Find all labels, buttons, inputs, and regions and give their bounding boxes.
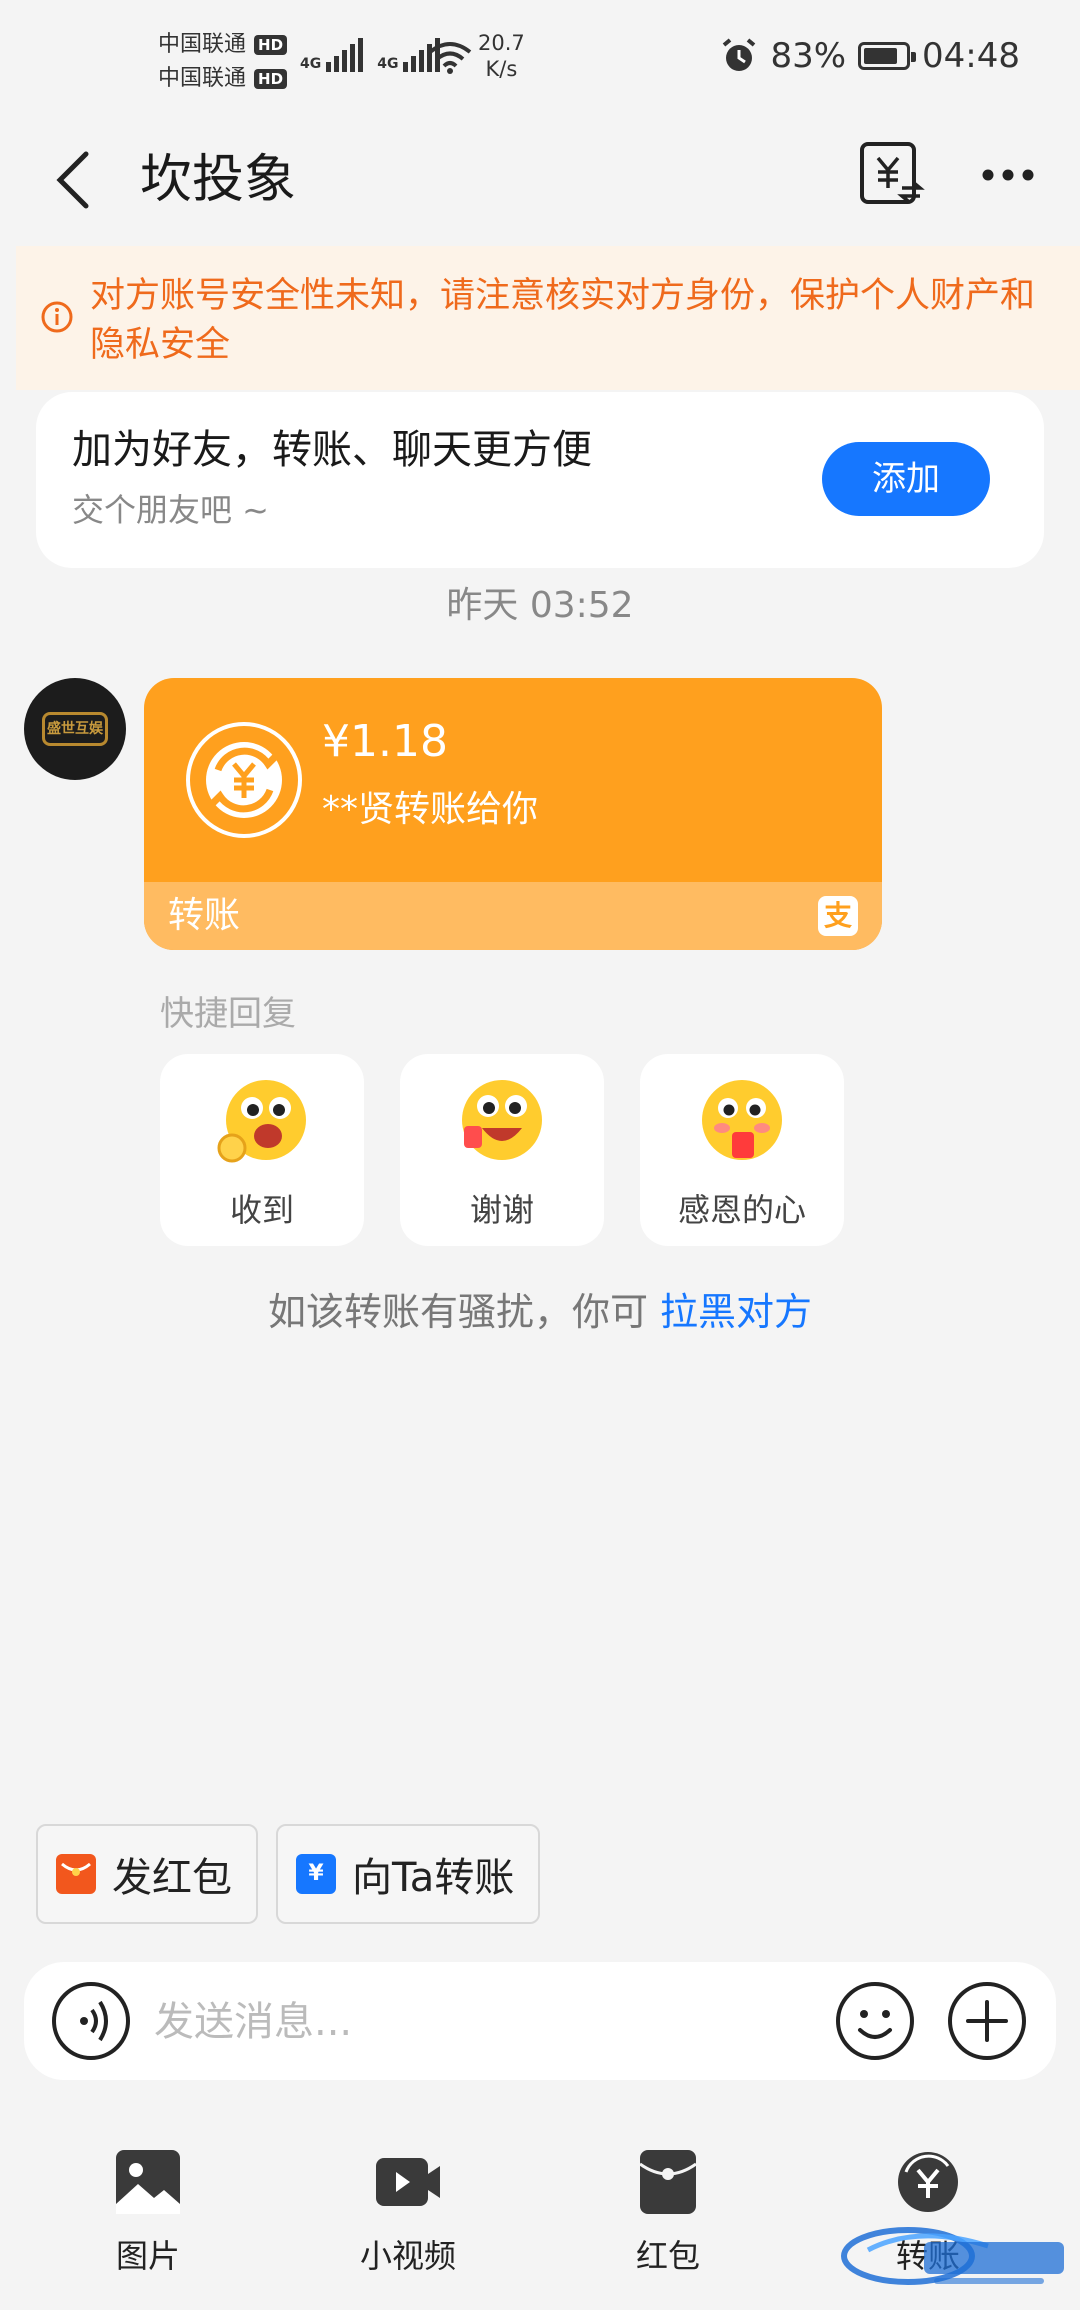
transfer-to-ta-button[interactable]: ¥ 向Ta转账 [276, 1824, 540, 1924]
transfer-coin-icon [186, 722, 302, 838]
info-icon [41, 301, 73, 333]
quick-reply-label: 谢谢 [469, 1191, 534, 1229]
block-contact-link[interactable]: 拉黑对方 [660, 1290, 812, 1334]
red-packet-icon [639, 2150, 697, 2214]
hd-badge: HD [254, 69, 288, 89]
hd-badge: HD [254, 35, 288, 55]
red-packet-icon [56, 1854, 96, 1894]
battery-level [864, 48, 898, 64]
wifi-icon [428, 42, 472, 74]
transfer-icon[interactable] [856, 140, 926, 210]
carrier-name: 中国联通 [158, 66, 247, 91]
harass-text: 如该转账有骚扰，你可 [267, 1290, 661, 1334]
network-type: 4G [300, 56, 322, 72]
tool-label: 小视频 [359, 2237, 456, 2275]
network-type: 4G [377, 56, 399, 72]
speed-unit: K/s [485, 57, 518, 81]
add-friend-button[interactable]: 添加 [822, 442, 990, 516]
carrier-name: 中国联通 [158, 32, 247, 57]
avatar[interactable]: 盛世互娱 [24, 678, 126, 780]
quick-reply-item[interactable]: 收到 [160, 1054, 364, 1246]
transfer-amount: ¥1.18 [322, 716, 448, 767]
message-input[interactable]: 发送消息... [154, 1992, 352, 2052]
more-icon[interactable] [978, 150, 1038, 200]
thanks-emoji-icon [462, 1080, 542, 1160]
message-timestamp: 昨天 03:52 [446, 585, 634, 626]
battery-icon [858, 42, 917, 70]
clock: 04:48 [922, 36, 1020, 76]
tool-label: 图片 [115, 2237, 180, 2275]
watermark-logo [841, 2227, 1064, 2285]
signal-icons: 4G 4G [300, 38, 441, 72]
ok-emoji-icon [217, 1080, 306, 1163]
transfer-to-ta-label: 向Ta转账 [352, 1855, 515, 1901]
alarm-icon [723, 38, 756, 71]
quick-reply-label: 收到 [229, 1191, 294, 1229]
battery-percent: 83% [770, 36, 847, 76]
quick-reply-label: 感恩的心 [677, 1191, 806, 1229]
back-arrow-icon[interactable] [46, 140, 106, 220]
send-red-packet-label: 发红包 [112, 1855, 232, 1901]
transfer-icon [898, 2152, 958, 2212]
quick-reply-item[interactable]: 谢谢 [400, 1054, 604, 1246]
tool-label: 红包 [635, 2237, 700, 2275]
harass-notice: 如该转账有骚扰，你可 拉黑对方 [0, 1284, 1080, 1340]
send-red-packet-button[interactable]: 发红包 [36, 1824, 258, 1924]
carrier-info: 中国联通 HD 中国联通 HD [158, 28, 288, 96]
signal-icon: 4G [300, 38, 364, 72]
image-icon [116, 2150, 180, 2214]
network-speed: 20.7 K/s [478, 30, 525, 82]
plus-icon[interactable] [946, 1980, 1028, 2062]
security-warning: 对方账号安全性未知，请注意核实对方身份，保护个人财产和隐私安全 [16, 246, 1080, 390]
video-icon [376, 2158, 440, 2206]
add-friend-title: 加为好友，转账、聊天更方便 [72, 427, 592, 473]
warning-text: 对方账号安全性未知，请注意核实对方身份，保护个人财产和隐私安全 [90, 276, 1036, 365]
voice-icon[interactable] [50, 1980, 132, 2062]
page-title: 坎投象 [140, 150, 297, 210]
quick-reply-title: 快捷回复 [160, 994, 296, 1034]
transfer-card-icon: ¥ [296, 1854, 336, 1894]
quick-reply-item[interactable]: 感恩的心 [640, 1054, 844, 1246]
status-bar: 中国联通 HD 中国联通 HD 4G 4G 20.7 K/s 83% 04:48 [0, 0, 1080, 120]
alipay-icon: 支 [818, 896, 858, 936]
transfer-label: 转账 [168, 895, 241, 936]
bubble-footer [144, 882, 882, 950]
emoji-icon[interactable] [834, 1980, 916, 2062]
grateful-emoji-icon [702, 1080, 782, 1160]
avatar-logo-text: 盛世互娱 [42, 712, 108, 746]
speed-value: 20.7 [478, 31, 525, 55]
transfer-description: **贤转账给你 [322, 789, 539, 830]
add-friend-subtitle: 交个朋友吧 ~ [72, 491, 269, 529]
status-right: 83% 04:48 [720, 36, 1020, 76]
